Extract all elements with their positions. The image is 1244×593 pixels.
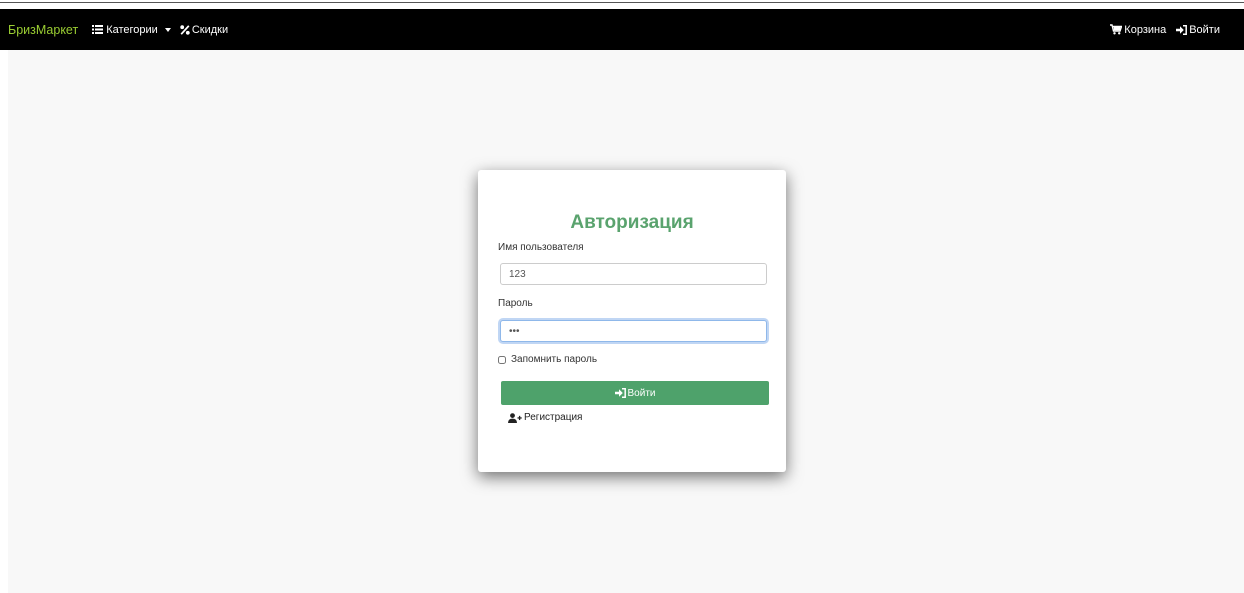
- chevron-down-icon: [164, 27, 171, 32]
- user-plus-icon: [508, 412, 522, 423]
- login-card: Авторизация Имя пользователя Пароль Запо…: [478, 170, 786, 472]
- username-label: Имя пользователя: [498, 242, 584, 253]
- login-title: Авторизация: [570, 212, 694, 233]
- login-submit-label: Войти: [627, 387, 656, 399]
- categories-dropdown[interactable]: Категории: [92, 24, 171, 36]
- login-submit-button[interactable]: Войти: [501, 381, 769, 405]
- navbar-right: Корзина Войти: [1110, 24, 1220, 36]
- percent-icon: [180, 24, 190, 35]
- brand-link[interactable]: БризМаркет: [8, 23, 78, 37]
- remember-label: Запомнить пароль: [511, 354, 598, 365]
- discounts-link[interactable]: Скидки: [180, 24, 228, 36]
- remember-checkbox-row[interactable]: Запомнить пароль: [498, 354, 597, 365]
- navbar-left: БризМаркет Категории Скидки: [0, 23, 228, 37]
- remember-checkbox[interactable]: [498, 355, 506, 364]
- cart-icon: [1110, 24, 1123, 35]
- register-label: Регистрация: [524, 412, 583, 423]
- username-input[interactable]: [500, 263, 767, 285]
- login-link[interactable]: Войти: [1176, 24, 1220, 36]
- cart-link[interactable]: Корзина: [1110, 24, 1166, 36]
- password-label: Пароль: [498, 298, 533, 309]
- sign-in-icon: [1176, 24, 1188, 35]
- navbar: БризМаркет Категории Скидки Корзина Войт…: [0, 9, 1244, 50]
- categories-label: Категории: [106, 23, 158, 36]
- sign-in-icon: [614, 388, 626, 398]
- list-icon: [92, 25, 104, 34]
- password-input[interactable]: [500, 320, 767, 342]
- register-link[interactable]: Регистрация: [508, 412, 582, 423]
- top-rule: [0, 2, 1244, 3]
- cart-label: Корзина: [1124, 23, 1167, 36]
- discounts-label: Скидки: [191, 23, 229, 36]
- login-label: Войти: [1189, 23, 1220, 36]
